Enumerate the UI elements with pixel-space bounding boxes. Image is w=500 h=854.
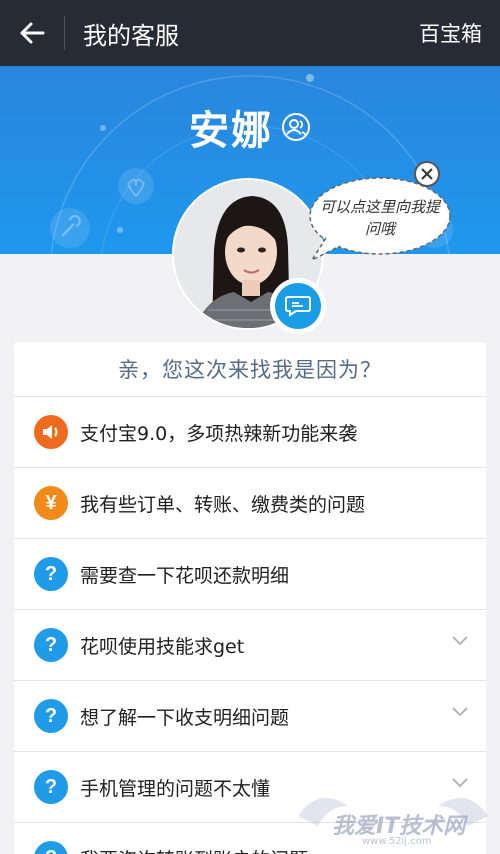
chat-button-inner bbox=[275, 283, 321, 329]
page-title: 我的客服 bbox=[83, 21, 179, 50]
question-label: 想了解一下收支明细问题 bbox=[80, 706, 290, 729]
speaker-icon bbox=[34, 415, 68, 449]
question-icon: ? bbox=[34, 699, 68, 733]
question-label: 手机管理的问题不太懂 bbox=[80, 777, 271, 800]
toolbox-button[interactable]: 百宝箱 bbox=[419, 18, 482, 48]
back-button[interactable] bbox=[0, 0, 64, 66]
question-label: 花呗使用技能求get bbox=[80, 635, 245, 658]
chat-bubble-icon bbox=[285, 296, 311, 317]
question-card: 亲，您这次来找我是因为？ 支付宝9.0，多项热辣新功能来袭 ¥ 我有些订单、转账… bbox=[14, 342, 486, 854]
question-item-orders[interactable]: ¥ 我有些订单、转账、缴费类的问题 bbox=[14, 468, 486, 539]
question-item-huabei-tips[interactable]: ? 花呗使用技能求get bbox=[14, 610, 486, 681]
question-icon: ? bbox=[34, 841, 68, 854]
question-icon: ? bbox=[34, 770, 68, 804]
question-item-huabei-repayment[interactable]: ? 需要查一下花呗还款明细 bbox=[14, 539, 486, 610]
yen-icon: ¥ bbox=[34, 486, 68, 520]
agent-name-row: 安娜 bbox=[0, 98, 500, 156]
chevron-down-icon[interactable] bbox=[452, 707, 468, 717]
question-item-new-features[interactable]: 支付宝9.0，多项热辣新功能来袭 bbox=[14, 397, 486, 468]
question-icon: ? bbox=[34, 557, 68, 591]
question-icon: ? bbox=[34, 628, 68, 662]
top-bar: 我的客服 百宝箱 bbox=[0, 0, 500, 66]
watermark-url: www.52ij.com bbox=[362, 836, 432, 847]
close-icon bbox=[421, 168, 433, 180]
chevron-down-icon[interactable] bbox=[452, 636, 468, 646]
question-label: 需要查一下花呗还款明细 bbox=[80, 564, 290, 587]
question-item-income-expense[interactable]: ? 想了解一下收支明细问题 bbox=[14, 681, 486, 752]
question-label: 我有些订单、转账、缴费类的问题 bbox=[80, 493, 366, 516]
question-label: 支付宝9.0，多项热辣新功能来袭 bbox=[80, 422, 358, 445]
agent-profile-icon[interactable] bbox=[281, 112, 311, 142]
question-prompt: 亲，您这次来找我是因为？ bbox=[14, 342, 486, 397]
agent-name: 安娜 bbox=[189, 108, 273, 154]
back-arrow-icon bbox=[20, 22, 45, 44]
question-label: 我要咨询转账到账户的问题 bbox=[80, 845, 308, 854]
chat-button[interactable] bbox=[270, 278, 326, 334]
chevron-down-icon[interactable] bbox=[452, 778, 468, 788]
close-hint-button[interactable] bbox=[414, 161, 440, 187]
hint-text: 可以点这里向我提问哦 bbox=[319, 198, 440, 238]
topbar-divider bbox=[64, 16, 65, 50]
